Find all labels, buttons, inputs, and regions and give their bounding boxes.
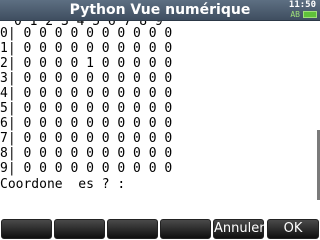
softkey-1[interactable] [1, 219, 52, 239]
grid-row: 2| 0 0 0 0 1 0 0 0 0 0 [0, 56, 173, 71]
softkey-4[interactable] [160, 219, 211, 239]
clock: 11:50 [288, 0, 316, 10]
title-bar: Python Vue numérique 11:50 AB [0, 0, 320, 21]
softkey-3[interactable] [107, 219, 158, 239]
grid-row: 6| 0 0 0 0 0 0 0 0 0 0 [0, 116, 173, 131]
grid-row: 8| 0 0 0 0 0 0 0 0 0 0 [0, 146, 173, 161]
grid-row: 7| 0 0 0 0 0 0 0 0 0 0 [0, 131, 173, 146]
grid-row: 4| 0 0 0 0 0 0 0 0 0 0 [0, 86, 173, 101]
battery-icon [303, 11, 317, 18]
ok-button[interactable]: OK [267, 219, 319, 239]
grid-row: 0| 0 0 0 0 0 0 0 0 0 0 [0, 26, 173, 41]
softkey-menu: Annuler OK [0, 219, 320, 240]
scrollbar[interactable] [316, 21, 320, 203]
grid-row: 5| 0 0 0 0 0 0 0 0 0 0 [0, 101, 173, 116]
input-mode-indicator: AB [290, 10, 300, 19]
cancel-button[interactable]: Annuler [213, 219, 265, 239]
terminal-output: 0 1 2 3 4 5 6 7 8 9 0| 0 0 0 0 0 0 0 0 0… [0, 21, 316, 203]
grid-row: 3| 0 0 0 0 0 0 0 0 0 0 [0, 71, 173, 86]
grid-row: 9| 0 0 0 0 0 0 0 0 0 0 [0, 161, 173, 176]
app-title: Python Vue numérique [69, 2, 251, 18]
input-prompt[interactable]: Coordone es ? : [0, 178, 125, 192]
softkey-2[interactable] [54, 219, 105, 239]
grid-row: 1| 0 0 0 0 0 0 0 0 0 0 [0, 41, 173, 56]
